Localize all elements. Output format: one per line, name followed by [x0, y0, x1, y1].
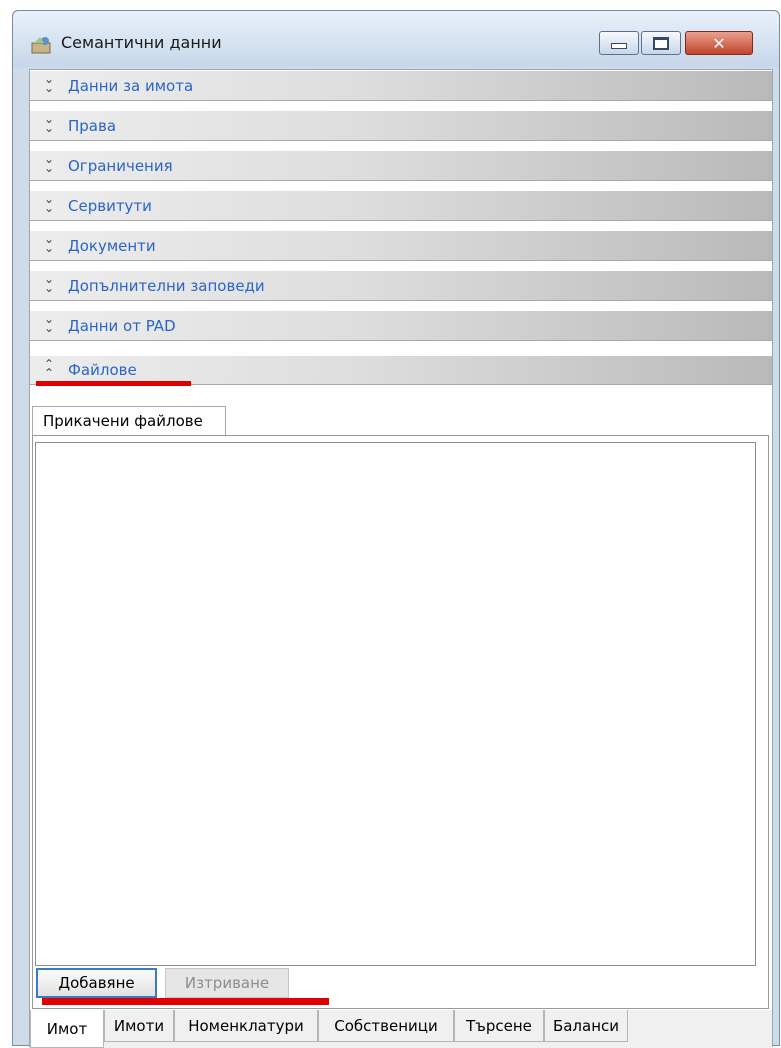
chevron-double-down-icon: ⌄ ⌄ [43, 112, 55, 135]
chevron-double-down-icon: ⌄ ⌄ [43, 312, 55, 335]
tab-label: Прикачени файлове [43, 412, 203, 430]
section-rights[interactable]: ⌄ ⌄ Права [30, 110, 772, 141]
section-label: Сервитути [68, 197, 152, 215]
chevron-double-down-icon: ⌄ ⌄ [43, 232, 55, 255]
section-property-data[interactable]: ⌄ ⌄ Данни за имота [30, 70, 772, 101]
section-label: Допълнителни заповеди [68, 277, 265, 295]
files-list[interactable] [35, 442, 756, 966]
tab-properties[interactable]: Имоти [104, 1010, 174, 1042]
section-label: Ограничения [68, 157, 173, 175]
app-icon [31, 37, 51, 54]
bottom-tab-strip: Имот Имоти Номенклатури Собственици Търс… [30, 1010, 772, 1048]
tab-owners[interactable]: Собственици [318, 1010, 454, 1042]
tab-nomenclatures[interactable]: Номенклатури [174, 1010, 318, 1042]
tab-search[interactable]: Търсене [454, 1010, 544, 1042]
close-icon: ✕ [712, 33, 726, 53]
section-label: Файлове [68, 361, 137, 379]
title-bar[interactable]: Семантични данни ✕ [13, 11, 779, 67]
tab-attached-files[interactable]: Прикачени файлове [32, 406, 226, 436]
delete-button[interactable]: Изтриване [165, 968, 289, 998]
window-title: Семантични данни [61, 33, 222, 52]
section-label: Данни от PAD [68, 317, 176, 335]
main-content: ⌄ ⌄ Данни за имота ⌄ ⌄ Права ⌄ ⌄ Ограничени… [29, 69, 773, 1048]
chevron-double-up-icon: ⌃ ⌃ [43, 357, 55, 380]
semantic-data-window: Семантични данни ✕ ⌄ ⌄ Данни за имота ⌄ ⌄ … [12, 10, 780, 1048]
highlight-underline [42, 998, 329, 1005]
highlight-underline [36, 381, 191, 386]
section-restrictions[interactable]: ⌄ ⌄ Ограничения [30, 150, 772, 181]
attached-files-panel: Добавяне Изтриване [32, 435, 769, 1009]
maximize-icon [653, 36, 669, 50]
section-label: Данни за имота [68, 77, 194, 95]
chevron-double-down-icon: ⌄ ⌄ [43, 192, 55, 215]
add-button[interactable]: Добавяне [36, 968, 157, 998]
section-additional-orders[interactable]: ⌄ ⌄ Допълнителни заповеди [30, 270, 772, 301]
section-label: Права [68, 117, 117, 135]
section-documents[interactable]: ⌄ ⌄ Документи [30, 230, 772, 261]
tab-property[interactable]: Имот [30, 1010, 104, 1048]
minimize-button[interactable] [599, 31, 639, 55]
chevron-double-down-icon: ⌄ ⌄ [43, 72, 55, 95]
chevron-double-down-icon: ⌄ ⌄ [43, 152, 55, 175]
close-button[interactable]: ✕ [685, 31, 753, 55]
section-label: Документи [68, 237, 156, 255]
tab-balances[interactable]: Баланси [544, 1010, 628, 1042]
maximize-button[interactable] [641, 31, 681, 55]
minimize-icon [611, 43, 627, 49]
chevron-double-down-icon: ⌄ ⌄ [43, 272, 55, 295]
section-pad-data[interactable]: ⌄ ⌄ Данни от PAD [30, 310, 772, 341]
section-servitudes[interactable]: ⌄ ⌄ Сервитути [30, 190, 772, 221]
